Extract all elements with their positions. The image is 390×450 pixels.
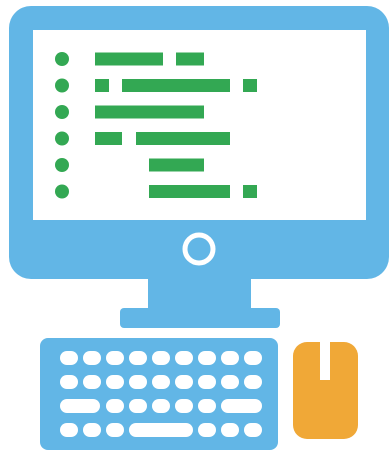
spacebar-key bbox=[129, 423, 193, 437]
code-line-bullet bbox=[55, 105, 69, 119]
key bbox=[83, 351, 101, 365]
key bbox=[152, 399, 170, 413]
key bbox=[129, 375, 147, 389]
code-line-segment bbox=[95, 52, 163, 66]
key bbox=[221, 351, 239, 365]
key bbox=[221, 423, 239, 437]
key bbox=[106, 351, 124, 365]
code-line-bullet bbox=[55, 52, 69, 66]
key bbox=[244, 423, 262, 437]
key bbox=[198, 423, 216, 437]
code-line-segment bbox=[149, 158, 204, 172]
code-line-segment bbox=[122, 79, 230, 92]
key bbox=[198, 351, 216, 365]
monitor-stand-neck bbox=[148, 276, 251, 312]
code-line-segment bbox=[243, 185, 257, 198]
key bbox=[83, 423, 101, 437]
code-line-bullet bbox=[55, 184, 69, 199]
desktop-computer-illustration bbox=[9, 6, 389, 450]
key bbox=[152, 375, 170, 389]
code-line-segment bbox=[95, 79, 109, 92]
key bbox=[129, 351, 147, 365]
code-line-segment bbox=[95, 132, 122, 145]
code-line-segment bbox=[149, 185, 230, 198]
key bbox=[152, 351, 170, 365]
mouse-scroll-wheel bbox=[320, 342, 330, 380]
code-line-segment bbox=[243, 79, 257, 92]
key bbox=[129, 399, 147, 413]
key bbox=[60, 375, 78, 389]
key bbox=[106, 375, 124, 389]
code-line-bullet bbox=[55, 131, 69, 146]
key bbox=[198, 399, 216, 413]
code-line-bullet bbox=[55, 158, 69, 172]
key bbox=[198, 375, 216, 389]
monitor-stand-base bbox=[120, 308, 280, 328]
key bbox=[244, 351, 262, 365]
key bbox=[60, 423, 78, 437]
key bbox=[106, 399, 124, 413]
key bbox=[244, 375, 262, 389]
key bbox=[221, 375, 239, 389]
code-line-segment bbox=[95, 105, 204, 119]
key bbox=[83, 375, 101, 389]
key-wide bbox=[221, 399, 262, 413]
key bbox=[175, 351, 193, 365]
key bbox=[60, 351, 78, 365]
key-wide bbox=[60, 399, 100, 413]
key bbox=[175, 399, 193, 413]
key bbox=[175, 375, 193, 389]
code-line-bullet bbox=[55, 78, 69, 93]
code-line-segment bbox=[176, 52, 204, 66]
key bbox=[106, 423, 124, 437]
code-line-segment bbox=[136, 132, 230, 145]
